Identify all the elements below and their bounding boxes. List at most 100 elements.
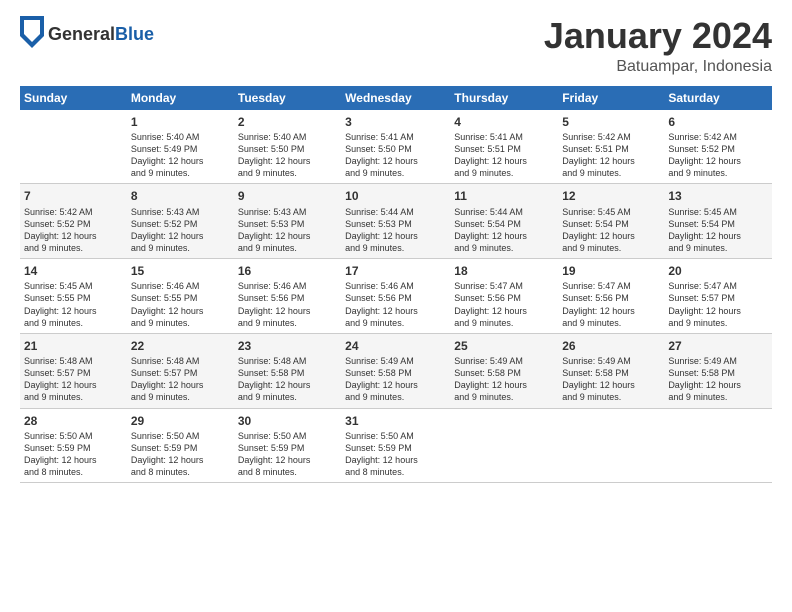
day-number: 14	[24, 263, 123, 279]
calendar-week-row: 28Sunrise: 5:50 AMSunset: 5:59 PMDayligh…	[20, 408, 772, 483]
calendar-cell: 23Sunrise: 5:48 AMSunset: 5:58 PMDayligh…	[234, 333, 341, 408]
day-number: 13	[668, 188, 768, 204]
day-info: Sunrise: 5:48 AMSunset: 5:57 PMDaylight:…	[131, 355, 230, 404]
day-number: 9	[238, 188, 337, 204]
day-info: Sunrise: 5:50 AMSunset: 5:59 PMDaylight:…	[345, 430, 446, 479]
day-info: Sunrise: 5:44 AMSunset: 5:53 PMDaylight:…	[345, 206, 446, 255]
calendar-cell: 8 Sunrise: 5:43 AMSunset: 5:52 PMDaylight…	[127, 184, 234, 259]
calendar-page: GeneralBlue January 2024 Batuampar, Indo…	[0, 0, 792, 612]
calendar-cell: 12 Sunrise: 5:45 AMSunset: 5:54 PMDayligh…	[558, 184, 664, 259]
day-number: 10	[345, 188, 446, 204]
day-number: 15	[131, 263, 230, 279]
calendar-week-row: 1Sunrise: 5:40 AMSunset: 5:49 PMDaylight…	[20, 110, 772, 184]
day-info: Sunrise: 5:49 AMSunset: 5:58 PMDaylight:…	[668, 355, 768, 404]
day-number: 22	[131, 338, 230, 354]
day-info: Sunrise: 5:42 AMSunset: 5:51 PMDaylight:…	[562, 131, 660, 180]
day-number: 20	[668, 263, 768, 279]
weekday-header: Saturday	[664, 86, 772, 110]
day-info: Sunrise: 5:45 AMSunset: 5:54 PMDaylight:…	[668, 206, 768, 255]
calendar-cell: 16Sunrise: 5:46 AMSunset: 5:56 PMDayligh…	[234, 259, 341, 334]
day-info: Sunrise: 5:42 AMSunset: 5:52 PMDaylight:…	[24, 206, 123, 255]
day-info: Sunrise: 5:45 AMSunset: 5:55 PMDaylight:…	[24, 280, 123, 329]
calendar-cell: 29Sunrise: 5:50 AMSunset: 5:59 PMDayligh…	[127, 408, 234, 483]
calendar-cell: 17Sunrise: 5:46 AMSunset: 5:56 PMDayligh…	[341, 259, 450, 334]
calendar-cell: 30Sunrise: 5:50 AMSunset: 5:59 PMDayligh…	[234, 408, 341, 483]
day-info: Sunrise: 5:48 AMSunset: 5:57 PMDaylight:…	[24, 355, 123, 404]
header: GeneralBlue January 2024 Batuampar, Indo…	[20, 16, 772, 76]
weekday-header: Tuesday	[234, 86, 341, 110]
day-info: Sunrise: 5:48 AMSunset: 5:58 PMDaylight:…	[238, 355, 337, 404]
calendar-week-row: 14Sunrise: 5:45 AMSunset: 5:55 PMDayligh…	[20, 259, 772, 334]
day-info: Sunrise: 5:40 AMSunset: 5:50 PMDaylight:…	[238, 131, 337, 180]
day-info: Sunrise: 5:49 AMSunset: 5:58 PMDaylight:…	[345, 355, 446, 404]
day-number: 1	[131, 114, 230, 130]
calendar-cell: 2Sunrise: 5:40 AMSunset: 5:50 PMDaylight…	[234, 110, 341, 184]
logo-general-text: General	[48, 24, 115, 44]
calendar-cell: 5Sunrise: 5:42 AMSunset: 5:51 PMDaylight…	[558, 110, 664, 184]
calendar-cell: 19Sunrise: 5:47 AMSunset: 5:56 PMDayligh…	[558, 259, 664, 334]
day-number: 24	[345, 338, 446, 354]
calendar-subtitle: Batuampar, Indonesia	[544, 58, 772, 76]
day-number: 5	[562, 114, 660, 130]
day-number: 28	[24, 413, 123, 429]
day-info: Sunrise: 5:46 AMSunset: 5:56 PMDaylight:…	[345, 280, 446, 329]
weekday-header: Sunday	[20, 86, 127, 110]
day-number: 29	[131, 413, 230, 429]
calendar-week-row: 21Sunrise: 5:48 AMSunset: 5:57 PMDayligh…	[20, 333, 772, 408]
day-number: 7	[24, 188, 123, 204]
day-info: Sunrise: 5:47 AMSunset: 5:56 PMDaylight:…	[562, 280, 660, 329]
calendar-cell: 1Sunrise: 5:40 AMSunset: 5:49 PMDaylight…	[127, 110, 234, 184]
calendar-cell: 27Sunrise: 5:49 AMSunset: 5:58 PMDayligh…	[664, 333, 772, 408]
calendar-cell: 22Sunrise: 5:48 AMSunset: 5:57 PMDayligh…	[127, 333, 234, 408]
day-info: Sunrise: 5:46 AMSunset: 5:55 PMDaylight:…	[131, 280, 230, 329]
day-info: Sunrise: 5:49 AMSunset: 5:58 PMDaylight:…	[562, 355, 660, 404]
day-info: Sunrise: 5:45 AMSunset: 5:54 PMDaylight:…	[562, 206, 660, 255]
weekday-header: Friday	[558, 86, 664, 110]
calendar-cell: 15Sunrise: 5:46 AMSunset: 5:55 PMDayligh…	[127, 259, 234, 334]
logo-icon	[20, 16, 44, 48]
day-number: 25	[454, 338, 554, 354]
weekday-header: Wednesday	[341, 86, 450, 110]
calendar-cell	[20, 110, 127, 184]
day-number: 12	[562, 188, 660, 204]
calendar-cell: 13 Sunrise: 5:45 AMSunset: 5:54 PMDayligh…	[664, 184, 772, 259]
calendar-cell: 9 Sunrise: 5:43 AMSunset: 5:53 PMDaylight…	[234, 184, 341, 259]
calendar-title: January 2024	[544, 16, 772, 56]
logo: GeneralBlue	[20, 16, 154, 53]
day-info: Sunrise: 5:41 AMSunset: 5:51 PMDaylight:…	[454, 131, 554, 180]
calendar-cell	[664, 408, 772, 483]
day-info: Sunrise: 5:43 AMSunset: 5:52 PMDaylight:…	[131, 206, 230, 255]
day-number: 18	[454, 263, 554, 279]
calendar-header-row: SundayMondayTuesdayWednesdayThursdayFrid…	[20, 86, 772, 110]
calendar-cell: 21Sunrise: 5:48 AMSunset: 5:57 PMDayligh…	[20, 333, 127, 408]
day-number: 16	[238, 263, 337, 279]
calendar-cell: 24Sunrise: 5:49 AMSunset: 5:58 PMDayligh…	[341, 333, 450, 408]
day-number: 30	[238, 413, 337, 429]
day-number: 3	[345, 114, 446, 130]
day-info: Sunrise: 5:46 AMSunset: 5:56 PMDaylight:…	[238, 280, 337, 329]
day-number: 27	[668, 338, 768, 354]
calendar-cell: 20Sunrise: 5:47 AMSunset: 5:57 PMDayligh…	[664, 259, 772, 334]
day-number: 26	[562, 338, 660, 354]
day-info: Sunrise: 5:42 AMSunset: 5:52 PMDaylight:…	[668, 131, 768, 180]
day-info: Sunrise: 5:47 AMSunset: 5:56 PMDaylight:…	[454, 280, 554, 329]
weekday-header: Thursday	[450, 86, 558, 110]
calendar-cell: 26Sunrise: 5:49 AMSunset: 5:58 PMDayligh…	[558, 333, 664, 408]
day-number: 4	[454, 114, 554, 130]
day-number: 11	[454, 188, 554, 204]
calendar-cell	[558, 408, 664, 483]
day-info: Sunrise: 5:41 AMSunset: 5:50 PMDaylight:…	[345, 131, 446, 180]
calendar-cell: 4Sunrise: 5:41 AMSunset: 5:51 PMDaylight…	[450, 110, 558, 184]
day-number: 31	[345, 413, 446, 429]
day-number: 8	[131, 188, 230, 204]
day-number: 6	[668, 114, 768, 130]
calendar-cell: 3Sunrise: 5:41 AMSunset: 5:50 PMDaylight…	[341, 110, 450, 184]
day-info: Sunrise: 5:47 AMSunset: 5:57 PMDaylight:…	[668, 280, 768, 329]
calendar-cell: 31Sunrise: 5:50 AMSunset: 5:59 PMDayligh…	[341, 408, 450, 483]
day-info: Sunrise: 5:43 AMSunset: 5:53 PMDaylight:…	[238, 206, 337, 255]
calendar-week-row: 7 Sunrise: 5:42 AMSunset: 5:52 PMDaylight…	[20, 184, 772, 259]
day-number: 23	[238, 338, 337, 354]
calendar-cell: 10 Sunrise: 5:44 AMSunset: 5:53 PMDayligh…	[341, 184, 450, 259]
day-info: Sunrise: 5:50 AMSunset: 5:59 PMDaylight:…	[238, 430, 337, 479]
day-info: Sunrise: 5:50 AMSunset: 5:59 PMDaylight:…	[24, 430, 123, 479]
